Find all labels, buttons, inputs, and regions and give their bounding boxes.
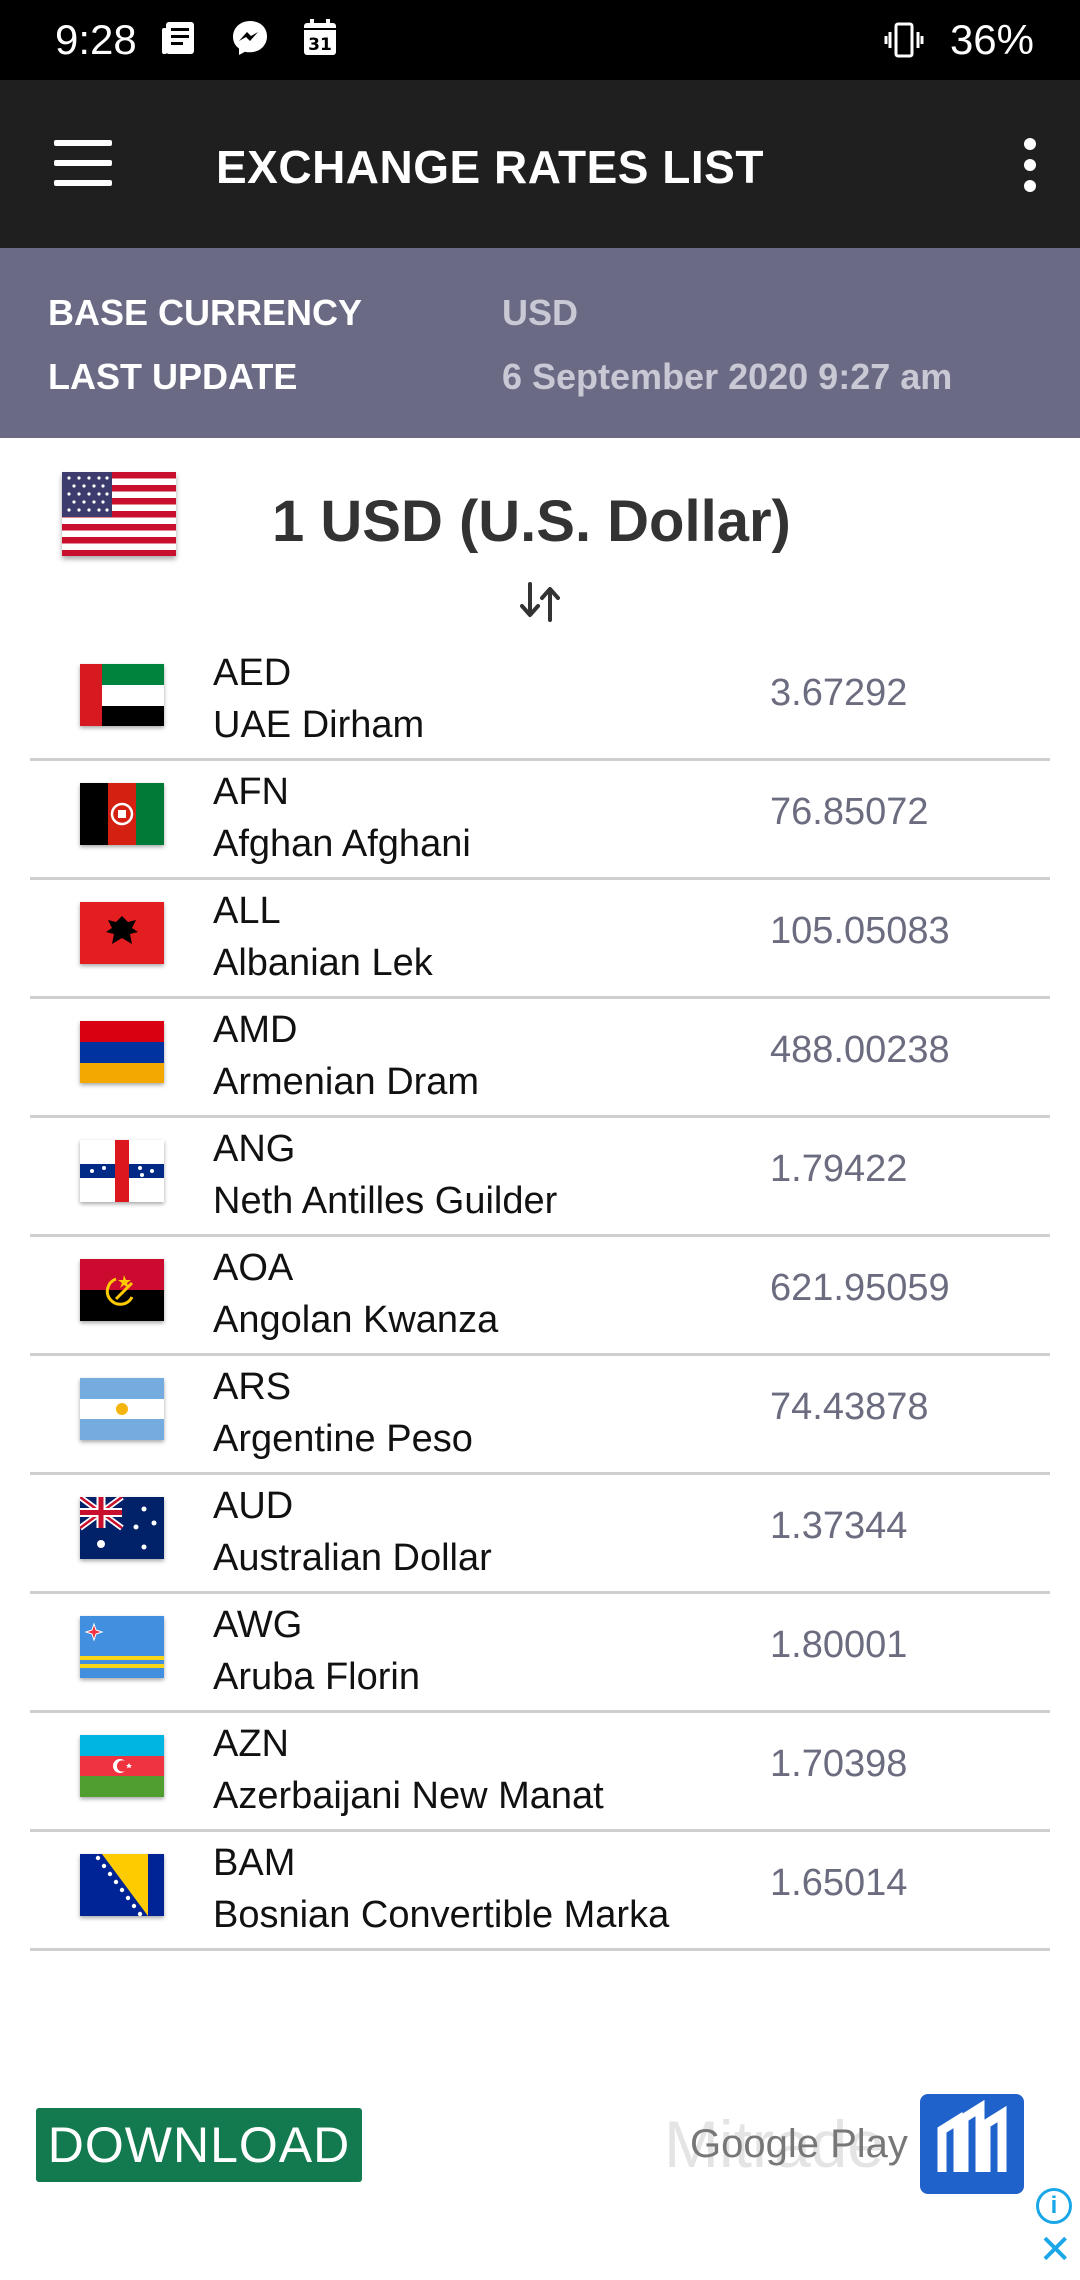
info-band: BASE CURRENCY USD LAST UPDATE 6 Septembe… bbox=[0, 248, 1080, 438]
currency-code: AZN bbox=[213, 1723, 289, 1765]
currency-name: Aruba Florin bbox=[213, 1656, 420, 1698]
currency-name: Angolan Kwanza bbox=[213, 1299, 499, 1341]
currency-code: ARS bbox=[213, 1366, 292, 1408]
last-update-label: LAST UPDATE bbox=[48, 356, 298, 397]
ad-banner: DOWNLOAD Mitrade Google Play i ✕ bbox=[0, 2060, 1080, 2280]
currency-name: Australian Dollar bbox=[213, 1537, 492, 1579]
status-bar: 9:28 31 36% bbox=[0, 0, 1080, 80]
uae-flag-icon bbox=[80, 664, 164, 726]
swap-icon[interactable] bbox=[516, 578, 564, 626]
calendar-icon: 31 bbox=[298, 16, 342, 60]
rate-row-all[interactable]: ALL Albanian Lek 105.05083 bbox=[30, 880, 1050, 999]
ad-close-icon[interactable]: ✕ bbox=[1038, 2230, 1072, 2270]
currency-name: Argentine Peso bbox=[213, 1418, 473, 1460]
rate-row-bam[interactable]: BAM Bosnian Convertible Marka 1.65014 bbox=[30, 1832, 1050, 1951]
rate-row-afn[interactable]: AFN Afghan Afghani 76.85072 bbox=[30, 761, 1050, 880]
bosnia-flag-icon bbox=[80, 1854, 164, 1916]
currency-name: Bosnian Convertible Marka bbox=[213, 1894, 670, 1936]
currency-name: UAE Dirham bbox=[213, 704, 425, 746]
currency-code: AFN bbox=[213, 771, 289, 813]
currency-code: ALL bbox=[213, 890, 281, 932]
aruba-flag-icon bbox=[80, 1616, 164, 1678]
exchange-rate: 621.95059 bbox=[770, 1267, 950, 1309]
us-flag[interactable] bbox=[62, 472, 176, 556]
currency-name: Azerbaijani New Manat bbox=[213, 1775, 604, 1817]
exchange-rate: 1.65014 bbox=[770, 1862, 908, 1904]
download-button[interactable]: DOWNLOAD bbox=[36, 2108, 362, 2182]
exchange-rate: 1.37344 bbox=[770, 1505, 908, 1547]
currency-name: Neth Antilles Guilder bbox=[213, 1180, 558, 1222]
status-notification-icons: 31 bbox=[158, 16, 342, 60]
angola-flag-icon bbox=[80, 1259, 164, 1321]
base-currency-value: USD bbox=[502, 292, 579, 333]
menu-icon[interactable] bbox=[54, 140, 114, 188]
rate-row-amd[interactable]: AMD Armenian Dram 488.00238 bbox=[30, 999, 1050, 1118]
afghanistan-flag-icon bbox=[80, 783, 164, 845]
currency-code: BAM bbox=[213, 1842, 296, 1884]
currency-code: AOA bbox=[213, 1247, 294, 1289]
exchange-rate: 76.85072 bbox=[770, 791, 929, 833]
ad-info-icon[interactable]: i bbox=[1036, 2188, 1072, 2224]
google-play-label: Google Play bbox=[690, 2122, 908, 2166]
rate-row-aoa[interactable]: AOA Angolan Kwanza 621.95059 bbox=[30, 1237, 1050, 1356]
rate-row-aud[interactable]: AUD Australian Dollar 1.37344 bbox=[30, 1475, 1050, 1594]
currency-code: AED bbox=[213, 652, 292, 694]
exchange-rate: 1.80001 bbox=[770, 1624, 908, 1666]
exchange-rate: 3.67292 bbox=[770, 672, 908, 714]
exchange-rate: 1.79422 bbox=[770, 1148, 908, 1190]
rates-list: AED UAE Dirham 3.67292 AFN Afghan Afghan… bbox=[30, 642, 1050, 1951]
azerbaijan-flag-icon bbox=[80, 1735, 164, 1797]
rate-row-azn[interactable]: AZN Azerbaijani New Manat 1.70398 bbox=[30, 1713, 1050, 1832]
currency-code: AMD bbox=[213, 1009, 298, 1051]
armenia-flag-icon bbox=[80, 1021, 164, 1083]
status-right: 36% bbox=[882, 16, 1034, 64]
exchange-rate: 1.70398 bbox=[770, 1743, 908, 1785]
exchange-rate: 105.05083 bbox=[770, 910, 950, 952]
mitrade-logo-icon[interactable] bbox=[920, 2094, 1024, 2194]
exchange-rate: 488.00238 bbox=[770, 1029, 950, 1071]
netherlands-antilles-flag-icon bbox=[80, 1140, 164, 1202]
vibrate-icon bbox=[882, 18, 926, 62]
exchange-rate: 74.43878 bbox=[770, 1386, 929, 1428]
app-bar: EXCHANGE RATES LIST bbox=[0, 80, 1080, 248]
currency-code: ANG bbox=[213, 1128, 296, 1170]
base-amount-title[interactable]: 1 USD (U.S. Dollar) bbox=[272, 488, 791, 555]
australia-flag-icon bbox=[80, 1497, 164, 1559]
currency-name: Afghan Afghani bbox=[213, 823, 471, 865]
argentina-flag-icon bbox=[80, 1378, 164, 1440]
more-options-icon[interactable] bbox=[1018, 138, 1042, 192]
rate-row-aed[interactable]: AED UAE Dirham 3.67292 bbox=[30, 642, 1050, 761]
currency-name: Albanian Lek bbox=[213, 942, 433, 984]
page-title: EXCHANGE RATES LIST bbox=[216, 141, 764, 193]
currency-code: AWG bbox=[213, 1604, 303, 1646]
rate-row-ang[interactable]: ANG Neth Antilles Guilder 1.79422 bbox=[30, 1118, 1050, 1237]
last-update-value: 6 September 2020 9:27 am bbox=[502, 356, 953, 397]
rate-row-awg[interactable]: AWG Aruba Florin 1.80001 bbox=[30, 1594, 1050, 1713]
currency-code: AUD bbox=[213, 1485, 294, 1527]
messenger-icon bbox=[228, 16, 272, 60]
base-currency-label: BASE CURRENCY bbox=[48, 292, 363, 333]
albania-flag-icon bbox=[80, 902, 164, 964]
battery-percent: 36% bbox=[949, 16, 1034, 63]
status-time: 9:28 bbox=[55, 16, 137, 63]
currency-name: Armenian Dram bbox=[213, 1061, 480, 1103]
news-icon bbox=[158, 16, 202, 60]
rate-row-ars[interactable]: ARS Argentine Peso 74.43878 bbox=[30, 1356, 1050, 1475]
calendar-day-text: 31 bbox=[308, 35, 332, 55]
